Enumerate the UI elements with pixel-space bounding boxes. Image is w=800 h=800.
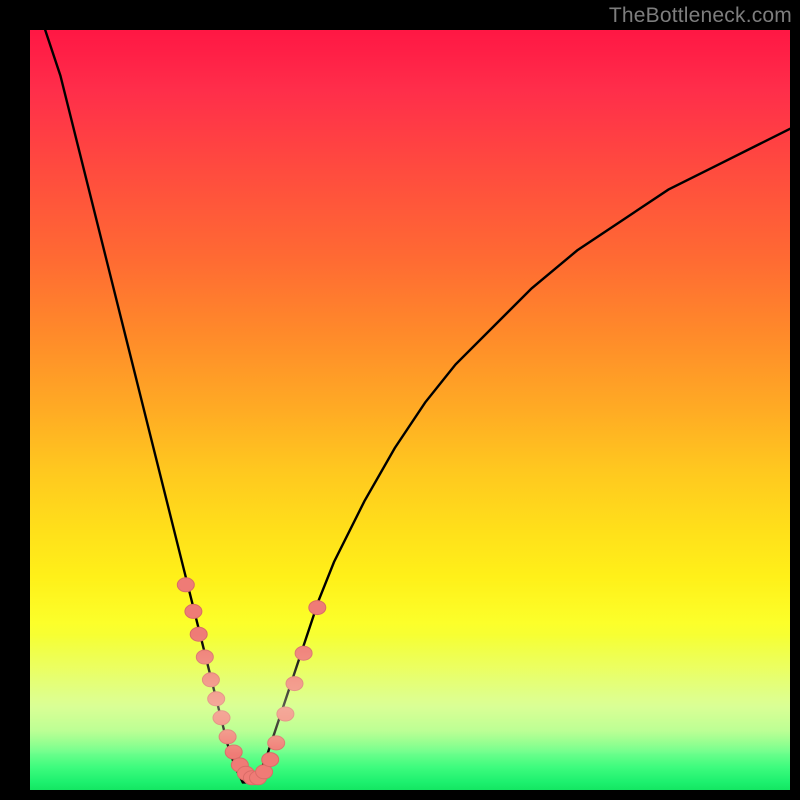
marker-dot — [185, 604, 202, 618]
marker-dot — [202, 673, 219, 687]
marker-dot — [190, 627, 207, 641]
marker-dot — [219, 730, 236, 744]
bottleneck-curve — [45, 30, 790, 782]
chart-svg — [30, 30, 790, 790]
marker-dot — [262, 753, 279, 767]
marker-dot — [213, 711, 230, 725]
marker-dot — [196, 650, 213, 664]
marker-dot — [286, 677, 303, 691]
marker-dot — [277, 707, 294, 721]
plot-area — [30, 30, 790, 790]
chart-frame: TheBottleneck.com — [0, 0, 800, 800]
marker-dot — [268, 736, 285, 750]
marker-dot — [177, 578, 194, 592]
marker-dot — [208, 692, 225, 706]
marker-dot — [225, 745, 242, 759]
marker-dot — [309, 601, 326, 615]
watermark-text: TheBottleneck.com — [609, 4, 792, 28]
marker-dot — [295, 646, 312, 660]
sample-markers — [177, 578, 325, 785]
